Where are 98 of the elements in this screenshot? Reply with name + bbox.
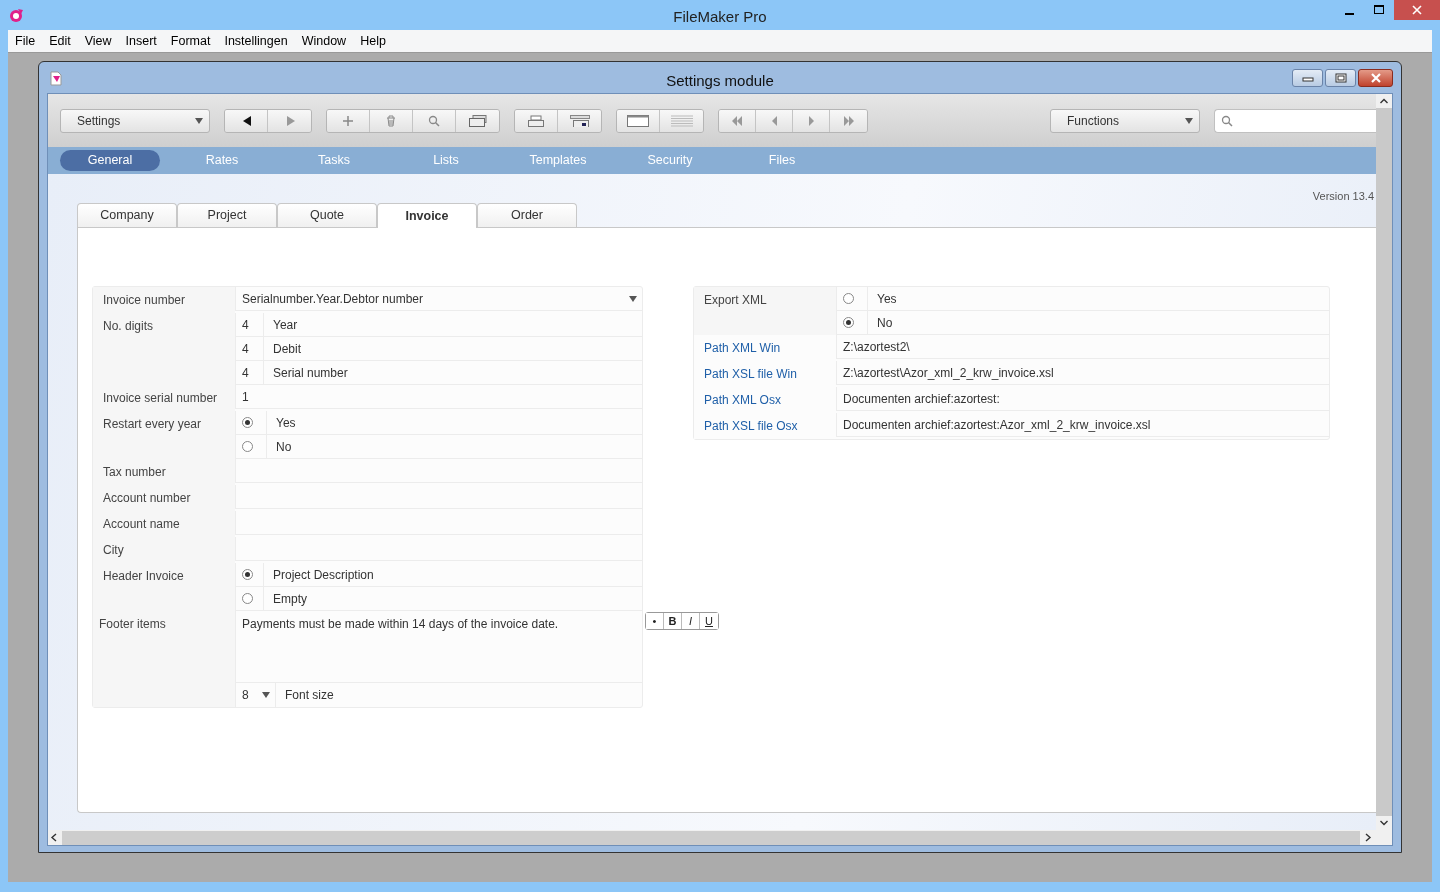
menu-item[interactable]: Instellingen <box>217 31 295 51</box>
menu-item[interactable]: Format <box>163 31 218 51</box>
digit-label: Serial number <box>272 364 348 382</box>
version-label: Version 13.4 <box>1311 189 1375 203</box>
option-label: No <box>275 438 292 456</box>
vertical-scrollbar[interactable] <box>1376 94 1392 830</box>
record-back-button[interactable] <box>225 109 268 132</box>
search-icon <box>428 114 440 127</box>
plus-icon <box>342 114 354 127</box>
print-button[interactable] <box>515 109 558 132</box>
field-label: Restart every year <box>93 411 235 459</box>
close-icon <box>1369 73 1382 83</box>
dropdown-field[interactable]: Serialnumber.Year.Debtor number <box>235 287 642 311</box>
previous-page-button[interactable] <box>756 109 793 132</box>
functions-dropdown[interactable]: Functions <box>1050 108 1200 133</box>
field-label: Header Invoice <box>93 563 235 611</box>
maximize-icon <box>1374 5 1384 15</box>
double-right-icon <box>842 114 855 127</box>
search-icon <box>1221 114 1233 127</box>
radio-button[interactable] <box>242 441 253 452</box>
caret-icon <box>195 117 203 124</box>
field-label: Tax number <box>93 459 235 485</box>
screen-icon <box>569 114 590 127</box>
cards-icon <box>468 114 487 127</box>
preview-button[interactable] <box>558 109 601 132</box>
horizontal-scrollbar[interactable] <box>48 830 1392 845</box>
field-label: Export XML <box>694 287 836 335</box>
text-field[interactable]: Z:\azortest\Azor_xml_2_krw_invoice.xsl <box>836 361 1329 385</box>
option-label: No <box>876 314 893 332</box>
tab[interactable]: Project <box>177 203 277 227</box>
radio-button[interactable] <box>242 593 253 604</box>
document-icon <box>50 71 62 86</box>
option-label: Empty <box>272 590 307 608</box>
tab[interactable]: Company <box>77 203 177 227</box>
option-label: Project Description <box>272 566 374 584</box>
search-field[interactable] <box>1214 108 1376 133</box>
last-page-button[interactable] <box>830 109 867 132</box>
minimize-icon <box>1301 74 1314 82</box>
tab[interactable]: Order <box>477 203 577 227</box>
document-title: Settings module <box>666 71 774 91</box>
digit-label: Year <box>272 316 298 334</box>
next-page-button[interactable] <box>793 109 830 132</box>
field-label: No. digits <box>93 313 235 385</box>
text-field[interactable]: 1 <box>235 385 642 409</box>
form-view-button[interactable] <box>617 109 660 132</box>
text-field[interactable]: Z:\azortest2\ <box>836 335 1329 359</box>
nav-tab[interactable]: General <box>60 150 160 171</box>
field-label: Account number <box>93 485 235 511</box>
delete-record-button[interactable] <box>370 109 413 132</box>
field-label: Invoice number <box>93 287 235 313</box>
font-size-dropdown[interactable]: 8 <box>236 683 276 707</box>
sort-button[interactable] <box>456 109 499 132</box>
option-label: Yes <box>275 414 296 432</box>
field-label: Account name <box>93 511 235 537</box>
caret-icon <box>1185 117 1193 124</box>
caret-icon <box>262 692 270 698</box>
field-label: Invoice serial number <box>93 385 235 411</box>
field-label: City <box>93 537 235 563</box>
menu-item[interactable]: File <box>8 31 43 51</box>
lines-icon <box>670 114 693 127</box>
text-field[interactable]: Documenten archief:azortest: <box>836 387 1329 411</box>
format-button[interactable]: • <box>646 613 664 629</box>
option-label: Yes <box>876 290 897 308</box>
window-icon <box>627 114 649 127</box>
minimize-icon <box>1344 13 1354 15</box>
radio-button[interactable] <box>242 569 253 580</box>
first-page-button[interactable] <box>719 109 756 132</box>
field-label: Footer items <box>93 611 235 707</box>
double-left-icon <box>731 114 743 127</box>
layout-dropdown[interactable]: Settings <box>60 108 210 133</box>
find-button[interactable] <box>413 109 456 132</box>
digit-count: 4 <box>242 340 249 358</box>
radio-button[interactable] <box>843 317 854 328</box>
menu-item[interactable]: View <box>77 31 119 51</box>
printer-icon <box>528 114 544 127</box>
radio-button[interactable] <box>242 417 253 428</box>
digit-label: Debit <box>272 340 301 358</box>
tab[interactable]: Invoice <box>377 203 477 228</box>
close-button[interactable] <box>1358 69 1393 87</box>
list-view-button[interactable] <box>660 109 703 132</box>
font-size-label: Font size <box>284 687 334 704</box>
digit-count: 4 <box>242 316 249 334</box>
digit-count: 4 <box>242 364 249 382</box>
menu-item[interactable]: Edit <box>42 31 78 51</box>
window-title: FileMaker Pro <box>673 7 767 27</box>
app-icon <box>8 7 24 23</box>
menu-item[interactable]: Insert <box>118 31 164 51</box>
menu-item[interactable]: Help <box>353 31 393 51</box>
menu-item[interactable]: Window <box>294 31 354 51</box>
text-field[interactable]: Documenten archief:azortest:Azor_xml_2_krw_invoice.xsl <box>836 413 1329 437</box>
footer-text: Payments must be made within 14 days of the invoice date. <box>241 616 559 633</box>
close-icon <box>1412 5 1422 15</box>
restore-icon <box>1334 73 1347 83</box>
caret-icon <box>629 295 637 302</box>
new-record-button[interactable] <box>327 109 370 132</box>
radio-button[interactable] <box>843 293 854 304</box>
tab[interactable]: Quote <box>277 203 377 227</box>
trash-icon <box>385 114 397 127</box>
